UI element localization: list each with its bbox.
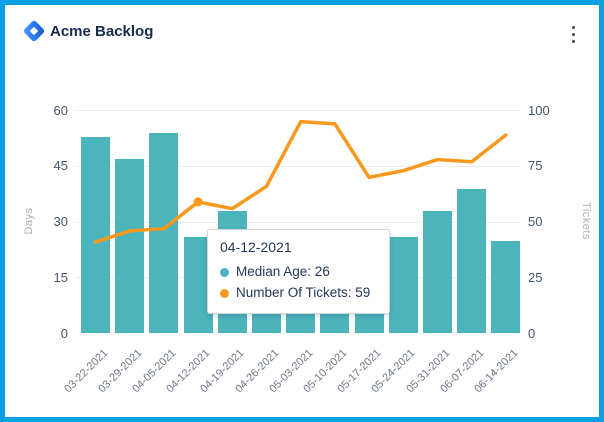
median-age-dot-icon (220, 268, 229, 277)
bar-median-age[interactable] (423, 211, 452, 334)
gridline (75, 110, 520, 111)
bar-median-age[interactable] (320, 311, 349, 333)
acme-backlog-widget: Acme Backlog Days Tickets 01530456002550… (0, 0, 604, 422)
right-axis-tick-label: 100 (528, 103, 578, 119)
backlog-chart: Days Tickets 015304560025507510003-22-20… (0, 0, 604, 422)
left-axis-tick-label: 60 (0, 103, 68, 119)
bar-median-age[interactable] (389, 237, 418, 334)
left-axis-tick-label: 45 (0, 158, 68, 174)
right-axis-tick-label: 25 (528, 270, 578, 286)
right-axis-title: Tickets (580, 191, 592, 251)
bar-median-age[interactable] (115, 159, 144, 334)
tooltip-median-age-text: Median Age: 26 (236, 263, 330, 281)
left-axis-tick-label: 0 (0, 326, 68, 342)
x-axis-label: 03-22-2021 (48, 347, 110, 409)
tooltip-row-median-age: Median Age: 26 (220, 263, 377, 281)
right-axis-tick-label: 75 (528, 158, 578, 174)
left-axis-tick-label: 30 (0, 214, 68, 230)
right-axis-tick-label: 0 (528, 326, 578, 342)
tooltip-date: 04-12-2021 (220, 239, 377, 255)
tooltip-row-tickets: Number Of Tickets: 59 (220, 284, 377, 302)
bar-median-age[interactable] (491, 241, 520, 334)
tickets-dot-icon (220, 289, 229, 298)
bar-median-age[interactable] (81, 137, 110, 334)
highlighted-data-point[interactable] (194, 197, 203, 206)
tooltip-tickets-text: Number Of Tickets: 59 (236, 284, 370, 302)
right-axis-tick-label: 50 (528, 214, 578, 230)
chart-tooltip: 04-12-2021 Median Age: 26 Number Of Tick… (207, 229, 390, 314)
bar-median-age[interactable] (457, 189, 486, 334)
bar-median-age[interactable] (252, 311, 281, 333)
bar-median-age[interactable] (286, 311, 315, 333)
bar-median-age[interactable] (149, 133, 178, 334)
left-axis-tick-label: 15 (0, 270, 68, 286)
bar-median-age[interactable] (355, 311, 384, 333)
